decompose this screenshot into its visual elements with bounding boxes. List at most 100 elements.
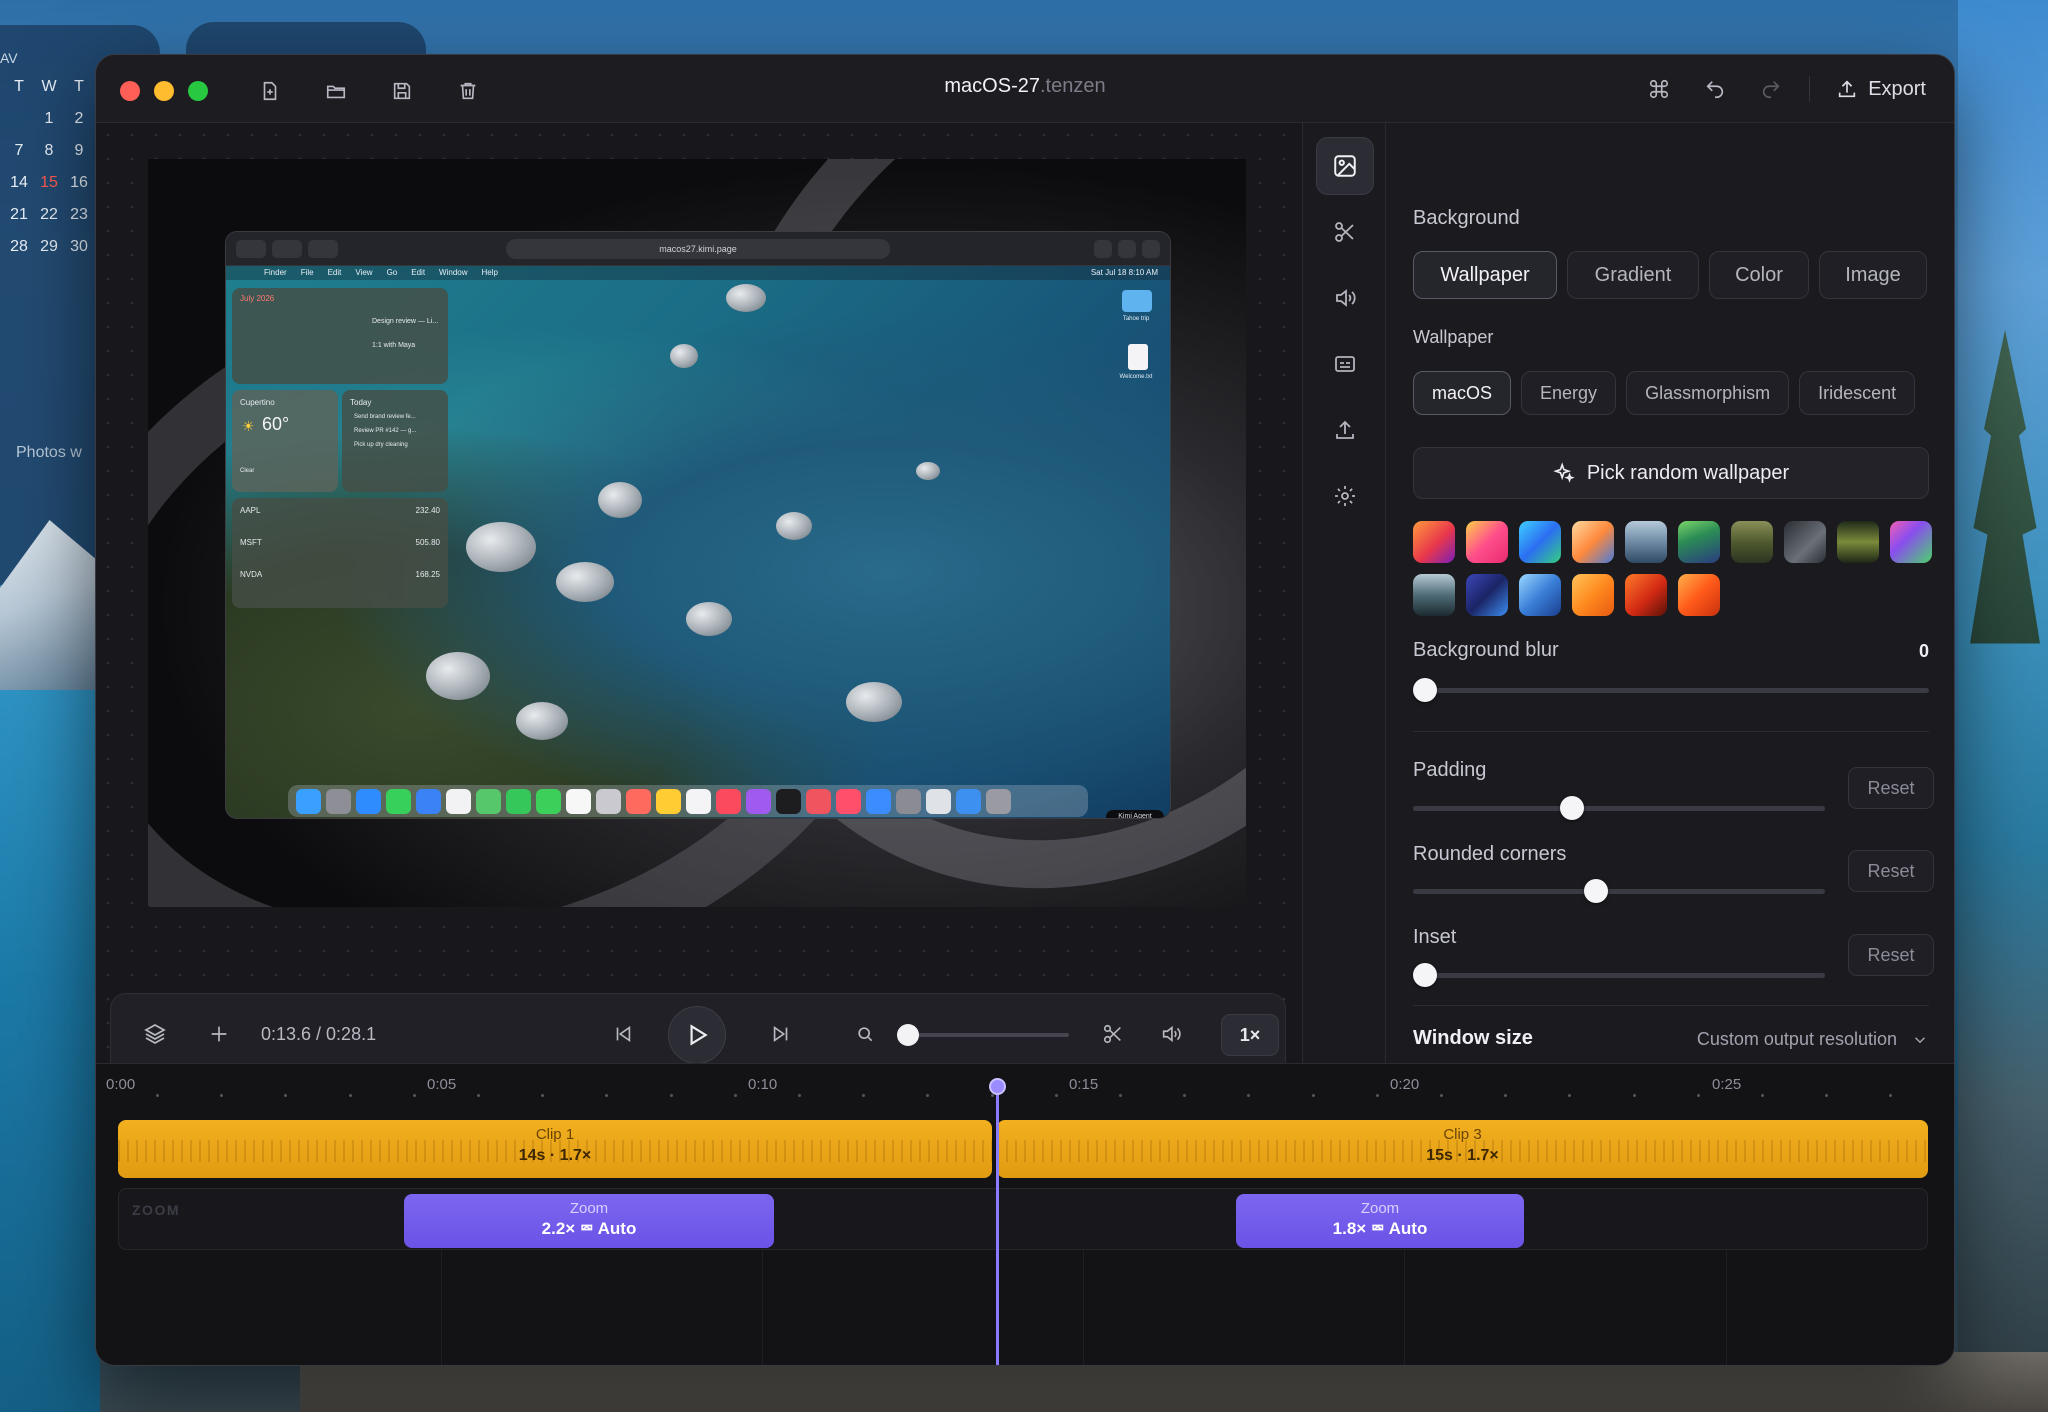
dock-app-icon [806, 788, 831, 814]
tab-image[interactable]: Image [1819, 251, 1927, 299]
stock-symbol: MSFT [240, 538, 262, 547]
playback-speed-button[interactable]: 1× [1221, 1014, 1279, 1056]
plus-icon [211, 1026, 227, 1042]
calendar-day: 2 [74, 110, 84, 127]
wallpaper-swatch[interactable] [1784, 521, 1826, 563]
ruler-tick [798, 1094, 801, 1097]
tab-gradient[interactable]: Gradient [1567, 251, 1699, 299]
inset-knob[interactable] [1413, 963, 1437, 987]
pick-random-wallpaper-button[interactable]: Pick random wallpaper [1413, 447, 1929, 499]
dock-app-icon [356, 788, 381, 814]
lake-rock [466, 522, 536, 572]
zoom-segment-meta: 1.8× ⮹ Auto [1332, 1219, 1428, 1238]
playhead[interactable] [996, 1088, 999, 1365]
play-button[interactable] [668, 1006, 726, 1064]
skip-back-button[interactable] [603, 1014, 643, 1054]
ruler-tick [477, 1094, 480, 1097]
split-button[interactable] [1093, 1014, 1133, 1054]
zoom-segment[interactable]: Zoom 2.2× ⮹ Auto [404, 1194, 774, 1248]
padding-track[interactable] [1413, 806, 1825, 811]
dock-app-icon [446, 788, 471, 814]
desktop-lake [0, 690, 100, 1412]
wallpaper-swatch[interactable] [1466, 521, 1508, 563]
preview-frame[interactable]: macos27.kimi.page Finder File Edit View … [148, 159, 1246, 907]
calendar-day: 16 [70, 174, 88, 191]
rounded-corners-knob[interactable] [1583, 879, 1608, 903]
timeline[interactable]: 0:00 0:05 0:10 0:15 0:20 0:25 Clip 1 14s… [96, 1063, 1954, 1365]
rounded-corners-label: Rounded corners [1413, 843, 1567, 865]
dock-app-icon [656, 788, 681, 814]
padding-knob[interactable] [1560, 796, 1585, 820]
lake-rock [686, 602, 732, 636]
wallpaper-swatch[interactable] [1572, 521, 1614, 563]
wallpaper-swatch[interactable] [1519, 521, 1561, 563]
volume-icon [1162, 1025, 1181, 1043]
background-heading: Background [1413, 207, 1520, 229]
ruler-label: 0:25 [1712, 1076, 1742, 1093]
background-blur-track[interactable] [1413, 688, 1929, 693]
chip-glassmorphism[interactable]: Glassmorphism [1626, 371, 1790, 415]
trim-tool-button[interactable] [1316, 203, 1374, 261]
video-clip[interactable]: Clip 3 15s · 1.7× [997, 1120, 1928, 1178]
redo-button[interactable] [1753, 71, 1789, 107]
timeline-zoom-knob[interactable] [897, 1024, 919, 1046]
ruler-tick [541, 1094, 545, 1097]
play-icon [690, 1024, 708, 1046]
chip-iridescent[interactable]: Iridescent [1799, 371, 1916, 415]
rounded-corners-track[interactable] [1413, 889, 1825, 894]
wallpaper-swatch[interactable] [1678, 574, 1720, 616]
wallpaper-swatch[interactable] [1731, 521, 1773, 563]
calendar-event: Design review — Li... [372, 318, 439, 325]
skip-forward-button[interactable] [761, 1014, 801, 1054]
editor-canvas: macos27.kimi.page Finder File Edit View … [96, 123, 1302, 1075]
skip-forward-icon [773, 1025, 788, 1043]
tab-wallpaper[interactable]: Wallpaper [1413, 251, 1557, 299]
playhead-handle[interactable] [989, 1078, 1006, 1095]
browser-actions [1094, 240, 1160, 258]
undo-button[interactable] [1697, 71, 1733, 107]
wallpaper-swatch[interactable] [1572, 574, 1614, 616]
inset-reset-button[interactable]: Reset [1848, 934, 1934, 976]
background-blur-knob[interactable] [1413, 678, 1437, 702]
chip-energy[interactable]: Energy [1521, 371, 1617, 415]
audio-tool-button[interactable] [1316, 269, 1374, 327]
rounded-corners-reset-button[interactable]: Reset [1848, 850, 1934, 892]
wallpaper-swatch[interactable] [1413, 574, 1455, 616]
wallpaper-swatch[interactable] [1890, 521, 1932, 563]
ruler-tick [1568, 1094, 1572, 1097]
inset-track[interactable] [1413, 973, 1825, 978]
dock-app-icon [956, 788, 981, 814]
tab-color[interactable]: Color [1709, 251, 1809, 299]
wallpaper-swatch[interactable] [1466, 574, 1508, 616]
wallpaper-swatch[interactable] [1837, 521, 1879, 563]
captions-tool-button[interactable] [1316, 335, 1374, 393]
settings-tool-button[interactable] [1316, 467, 1374, 525]
add-track-button[interactable] [199, 1014, 239, 1054]
ruler-tick [669, 1094, 673, 1097]
background-tool-button[interactable] [1316, 137, 1374, 195]
wallpaper-swatch[interactable] [1519, 574, 1561, 616]
ruler-tick [1054, 1094, 1058, 1097]
wallpaper-swatch[interactable] [1625, 574, 1667, 616]
wallpaper-swatch[interactable] [1413, 521, 1455, 563]
desktop-sky-right [1958, 0, 2048, 1412]
zoom-search-button[interactable] [845, 1014, 885, 1054]
video-clip[interactable]: Clip 1 14s · 1.7× [118, 1120, 992, 1178]
zoom-track[interactable] [118, 1188, 1928, 1250]
chip-macos[interactable]: macOS [1413, 371, 1512, 415]
volume-button[interactable] [1151, 1014, 1191, 1054]
calendar-day: 21 [10, 206, 28, 223]
layers-button[interactable] [135, 1014, 175, 1054]
wallpaper-swatch[interactable] [1678, 521, 1720, 563]
padding-reset-button[interactable]: Reset [1848, 767, 1934, 809]
ruler-tick [1375, 1094, 1379, 1097]
export-button[interactable]: Export [1830, 72, 1932, 107]
zoom-segment[interactable]: Zoom 1.8× ⮹ Auto [1236, 1194, 1524, 1248]
window-size-select[interactable]: Custom output resolution [1697, 1029, 1929, 1050]
background-settings-panel: Background Wallpaper Gradient Color Imag… [1386, 123, 1954, 1063]
timeline-zoom-slider[interactable] [901, 1033, 1069, 1037]
zoom-track-label: ZOOM [132, 1202, 180, 1218]
wallpaper-swatch[interactable] [1625, 521, 1667, 563]
export-tool-button[interactable] [1316, 401, 1374, 459]
shortcuts-button[interactable] [1641, 71, 1677, 107]
